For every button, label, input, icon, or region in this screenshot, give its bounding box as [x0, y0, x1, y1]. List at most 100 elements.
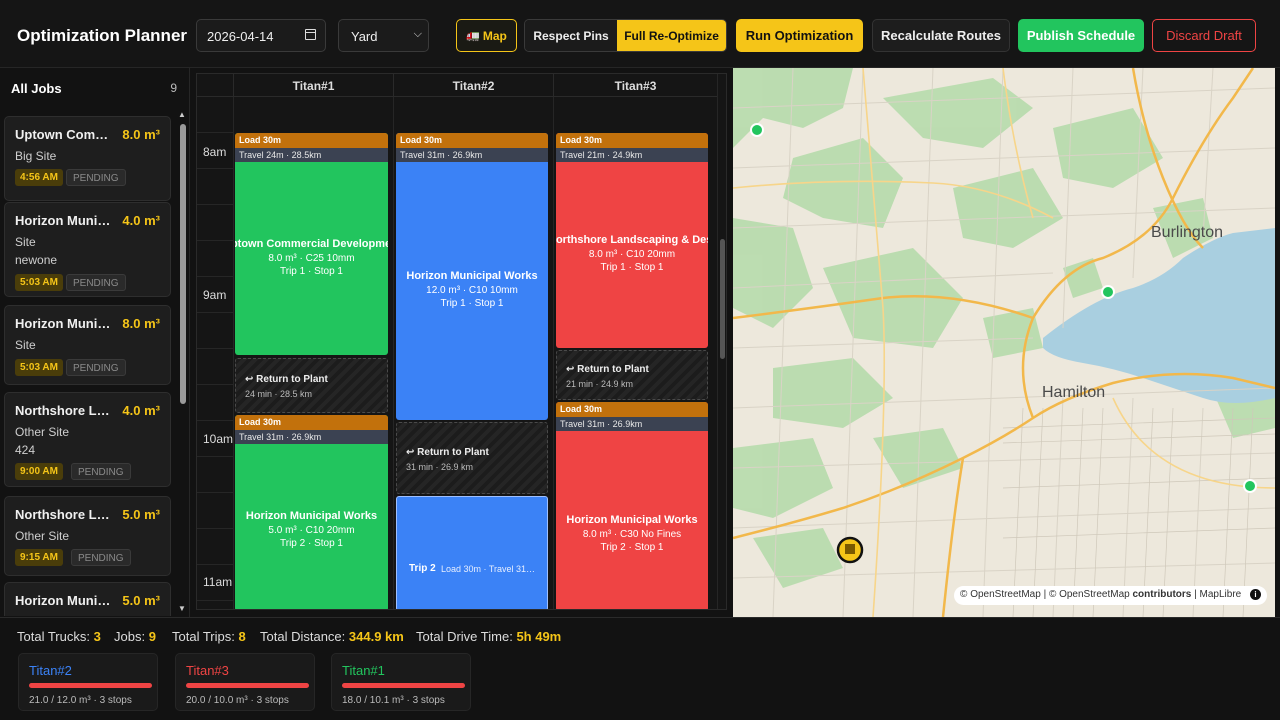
load-segment: Load 30m	[235, 415, 388, 430]
jobs-header: All Jobs	[11, 81, 62, 96]
truck-summary-card[interactable]: Titan#2 21.0 / 12.0 m³ · 3 stops	[18, 653, 158, 711]
trip-detail: 5.0 m³ · C10 20mm	[268, 525, 355, 536]
trip-block-collapsed[interactable]: Trip 2 Load 30m · Travel 31…	[396, 496, 548, 609]
summary-footer: Total Trucks: 3 Jobs: 9 Total Trips: 8 T…	[0, 617, 1280, 720]
stat-total-distance: Total Distance: 344.9 km	[260, 629, 404, 644]
return-to-plant[interactable]: ↩ Return to Plant 31 min · 26.9 km	[396, 422, 548, 494]
job-note: 424	[15, 443, 36, 457]
job-card[interactable]: Northshore Lan… 4.0 m³ Other Site 424 9:…	[4, 392, 171, 487]
capacity-bar	[29, 683, 152, 688]
trip-block[interactable]: Load 30m Travel 24m · 28.5km Uptown Comm…	[235, 133, 388, 355]
hour-label: 9am	[203, 288, 227, 302]
trip-stop: Trip 2 · Stop 1	[600, 542, 664, 553]
job-site: Site	[15, 235, 36, 249]
return-detail: 21 min · 24.9 km	[566, 379, 634, 389]
column-titan-1: Titan#1	[233, 74, 393, 97]
truck-summary-card[interactable]: Titan#3 20.0 / 10.0 m³ · 3 stops	[175, 653, 315, 711]
job-card[interactable]: Uptown Comme… 8.0 m³ Big Site 4:56 AM PE…	[4, 116, 171, 201]
job-marker[interactable]	[750, 123, 764, 137]
hour-label: 10am	[203, 432, 234, 446]
trip-block[interactable]: Load 30m Travel 31m · 26.9km Horizon Mun…	[556, 402, 708, 609]
return-detail: 31 min · 26.9 km	[406, 462, 474, 472]
location-select[interactable]: Yard ⌵	[338, 19, 429, 52]
map-attribution[interactable]: © OpenStreetMap | © OpenStreetMap contri…	[954, 586, 1267, 605]
chevron-down-icon: ⌵	[413, 28, 422, 40]
travel-segment: Travel 21m · 24.9km	[556, 148, 708, 162]
hour-label: 11am	[203, 575, 233, 589]
info-icon[interactable]: i	[1250, 589, 1261, 600]
return-to-plant[interactable]: ↩ Return to Plant 21 min · 24.9 km	[556, 350, 708, 400]
status-badge: PENDING	[71, 549, 131, 566]
travel-segment: Travel 31m · 26.9km	[235, 430, 388, 444]
sidebar-scrollbar[interactable]: ▲ ▼	[178, 108, 188, 617]
trip-title: Uptown Commercial Development	[235, 238, 388, 250]
job-card[interactable]: Northshore Land… 5.0 m³ Other Site 9:15 …	[4, 496, 171, 576]
scroll-up-icon[interactable]: ▲	[178, 110, 186, 119]
plant-marker-glyph	[845, 544, 855, 554]
job-name: Northshore Lan…	[15, 403, 115, 418]
return-title: ↩ Return to Plant	[245, 374, 328, 385]
scroll-down-icon[interactable]: ▼	[178, 604, 186, 613]
return-title: ↩ Return to Plant	[566, 364, 649, 375]
trip-title: Trip 2	[409, 563, 436, 574]
job-name: Uptown Comme…	[15, 127, 115, 142]
job-site: Other Site	[15, 425, 70, 439]
status-badge: PENDING	[66, 274, 126, 291]
capacity-bar	[342, 683, 465, 688]
job-note: newone	[15, 253, 58, 267]
jobs-count: 9	[170, 81, 177, 95]
job-card[interactable]: Horizon Municip… 8.0 m³ Site 5:03 AM PEN…	[4, 305, 171, 385]
jobs-sidebar: All Jobs 9 Uptown Comme… 8.0 m³ Big Site…	[0, 68, 190, 617]
stat-jobs: Jobs: 9	[114, 629, 156, 644]
stat-total-trucks: Total Trucks: 3	[17, 629, 101, 644]
respect-pins-button[interactable]: Respect Pins	[525, 20, 618, 51]
map-toggle-button[interactable]: 🚛 Map	[456, 19, 517, 52]
publish-schedule-button[interactable]: Publish Schedule	[1018, 19, 1144, 52]
job-time-badge: 9:15 AM	[15, 549, 63, 566]
location-select-value: Yard	[351, 29, 378, 44]
trip-detail: Load 30m · Travel 31…	[441, 564, 536, 574]
job-volume: 8.0 m³	[122, 316, 160, 331]
schedule-scroll-thumb[interactable]	[720, 239, 725, 359]
truck-capacity: 21.0 / 12.0 m³ · 3 stops	[29, 695, 132, 706]
trip-stop: Trip 1 · Stop 1	[280, 266, 343, 277]
calendar-icon[interactable]	[305, 29, 316, 40]
full-reoptimize-button[interactable]: Full Re-Optimize	[617, 20, 726, 51]
job-marker[interactable]	[1101, 285, 1115, 299]
truck-schedule: Titan#1 Titan#2 Titan#3 8am 9am 10am 11a…	[196, 73, 727, 610]
job-card[interactable]: Horizon Municip… 4.0 m³ Site newone 5:03…	[4, 202, 171, 297]
recalculate-routes-button[interactable]: Recalculate Routes	[872, 19, 1010, 52]
status-badge: PENDING	[71, 463, 131, 480]
job-marker[interactable]	[1243, 479, 1257, 493]
truck-capacity: 18.0 / 10.1 m³ · 3 stops	[342, 695, 445, 706]
trip-block[interactable]: Load 30m Travel 31m · 26.9km Horizon Mun…	[396, 133, 548, 420]
job-name: Horizon Municip…	[15, 316, 115, 331]
job-site: Big Site	[15, 149, 57, 163]
trip-block[interactable]: Load 30m Travel 21m · 24.9km Northshore …	[556, 133, 708, 348]
truck-summary-card[interactable]: Titan#1 18.0 / 10.1 m³ · 3 stops	[331, 653, 471, 711]
route-map[interactable]: Burlington Hamilton © OpenStreetMap | © …	[733, 68, 1275, 617]
run-optimization-button[interactable]: Run Optimization	[736, 19, 863, 52]
job-card[interactable]: Horizon Municip… 5.0 m³	[4, 582, 171, 616]
page-title: Optimization Planner	[17, 26, 188, 45]
schedule-scrollbar[interactable]	[718, 74, 726, 609]
return-to-plant[interactable]: ↩ Return to Plant 24 min · 28.5 km	[235, 358, 388, 413]
trip-title: Horizon Municipal Works	[566, 514, 698, 526]
date-value: 2026-04-14	[207, 29, 274, 44]
date-input[interactable]: 2026-04-14	[196, 19, 326, 52]
discard-draft-button[interactable]: Discard Draft	[1152, 19, 1256, 52]
job-volume: 4.0 m³	[122, 403, 160, 418]
load-segment: Load 30m	[556, 402, 708, 417]
map-button-label: Map	[482, 28, 507, 43]
trip-detail: 8.0 m³ · C30 No Fines	[582, 529, 682, 540]
job-name: Horizon Municip…	[15, 213, 115, 228]
trip-block[interactable]: Load 30m Travel 31m · 26.9km Horizon Mun…	[235, 415, 388, 609]
job-site: Site	[15, 338, 36, 352]
stat-total-drive-time: Total Drive Time: 5h 49m	[416, 629, 562, 644]
trip-title: Horizon Municipal Works	[406, 270, 538, 282]
job-volume: 8.0 m³	[122, 127, 160, 142]
column-titan-2: Titan#2	[393, 74, 553, 97]
truck-name: Titan#3	[186, 663, 229, 678]
travel-segment: Travel 24m · 28.5km	[235, 148, 388, 162]
sidebar-scroll-thumb[interactable]	[180, 124, 186, 404]
